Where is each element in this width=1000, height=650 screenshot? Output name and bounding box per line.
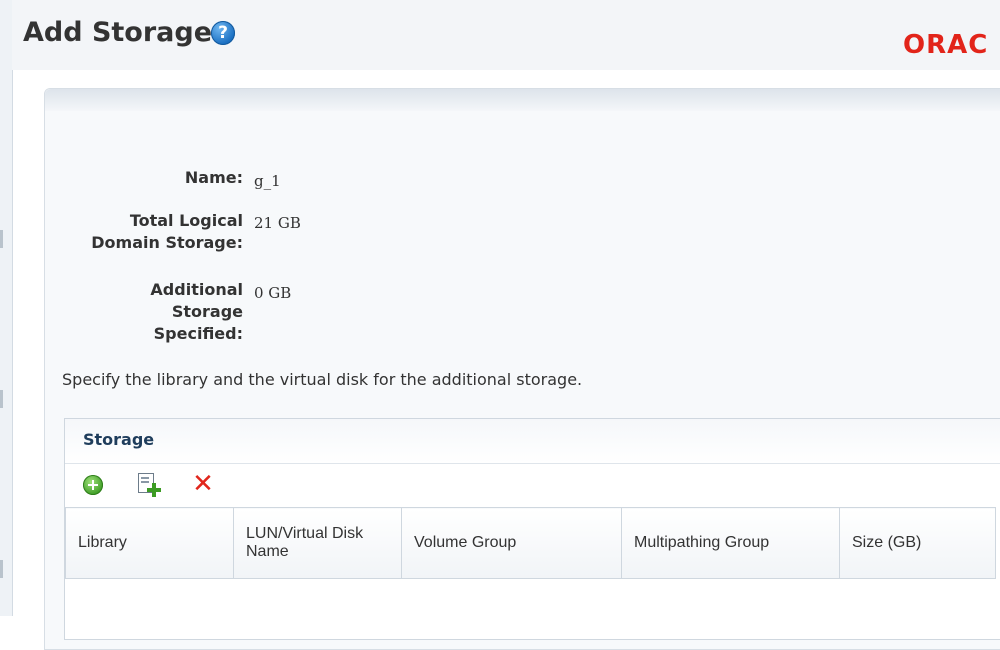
- panel-header-bar: [45, 89, 1000, 111]
- storage-header: Storage: [65, 419, 1000, 464]
- name-label: Name:: [184, 168, 243, 187]
- name-value: g_1: [254, 172, 281, 190]
- document-line: [141, 477, 149, 479]
- table-header-row: Library LUN/Virtual Disk Name Volume Gro…: [65, 507, 996, 579]
- frame-marker: [0, 560, 3, 578]
- page-title: Add Storage: [23, 17, 213, 48]
- frame-marker: [0, 390, 3, 408]
- plus-badge-icon: [147, 483, 161, 497]
- import-disk-icon[interactable]: [137, 473, 161, 497]
- table-body-empty: [65, 579, 1000, 639]
- frame-marker: [0, 230, 3, 248]
- storage-toolbar: ✕: [65, 464, 1000, 506]
- left-frame-edge: [0, 0, 13, 616]
- storage-table: Library LUN/Virtual Disk Name Volume Gro…: [65, 507, 996, 579]
- oracle-logo: ORAC: [903, 30, 989, 60]
- additional-storage-label: Additional Storage Specified:: [150, 280, 243, 343]
- column-header-library[interactable]: Library: [65, 507, 234, 579]
- delete-icon[interactable]: ✕: [191, 471, 215, 497]
- column-header-volume-group[interactable]: Volume Group: [401, 507, 622, 579]
- total-storage-value: 21 GB: [254, 214, 301, 232]
- add-icon[interactable]: [83, 475, 103, 495]
- help-icon[interactable]: ?: [211, 21, 235, 45]
- additional-storage-value: 0 GB: [254, 284, 292, 302]
- total-storage-label: Total Logical Domain Storage:: [91, 211, 243, 252]
- column-header-size[interactable]: Size (GB): [839, 507, 996, 579]
- storage-title: Storage: [83, 430, 155, 449]
- instruction-text: Specify the library and the virtual disk…: [62, 370, 583, 389]
- column-header-multipathing-group[interactable]: Multipathing Group: [621, 507, 840, 579]
- storage-section: Storage ✕ Library LUN/Virtual Disk Name …: [64, 418, 1000, 640]
- column-header-lun-name[interactable]: LUN/Virtual Disk Name: [233, 507, 402, 579]
